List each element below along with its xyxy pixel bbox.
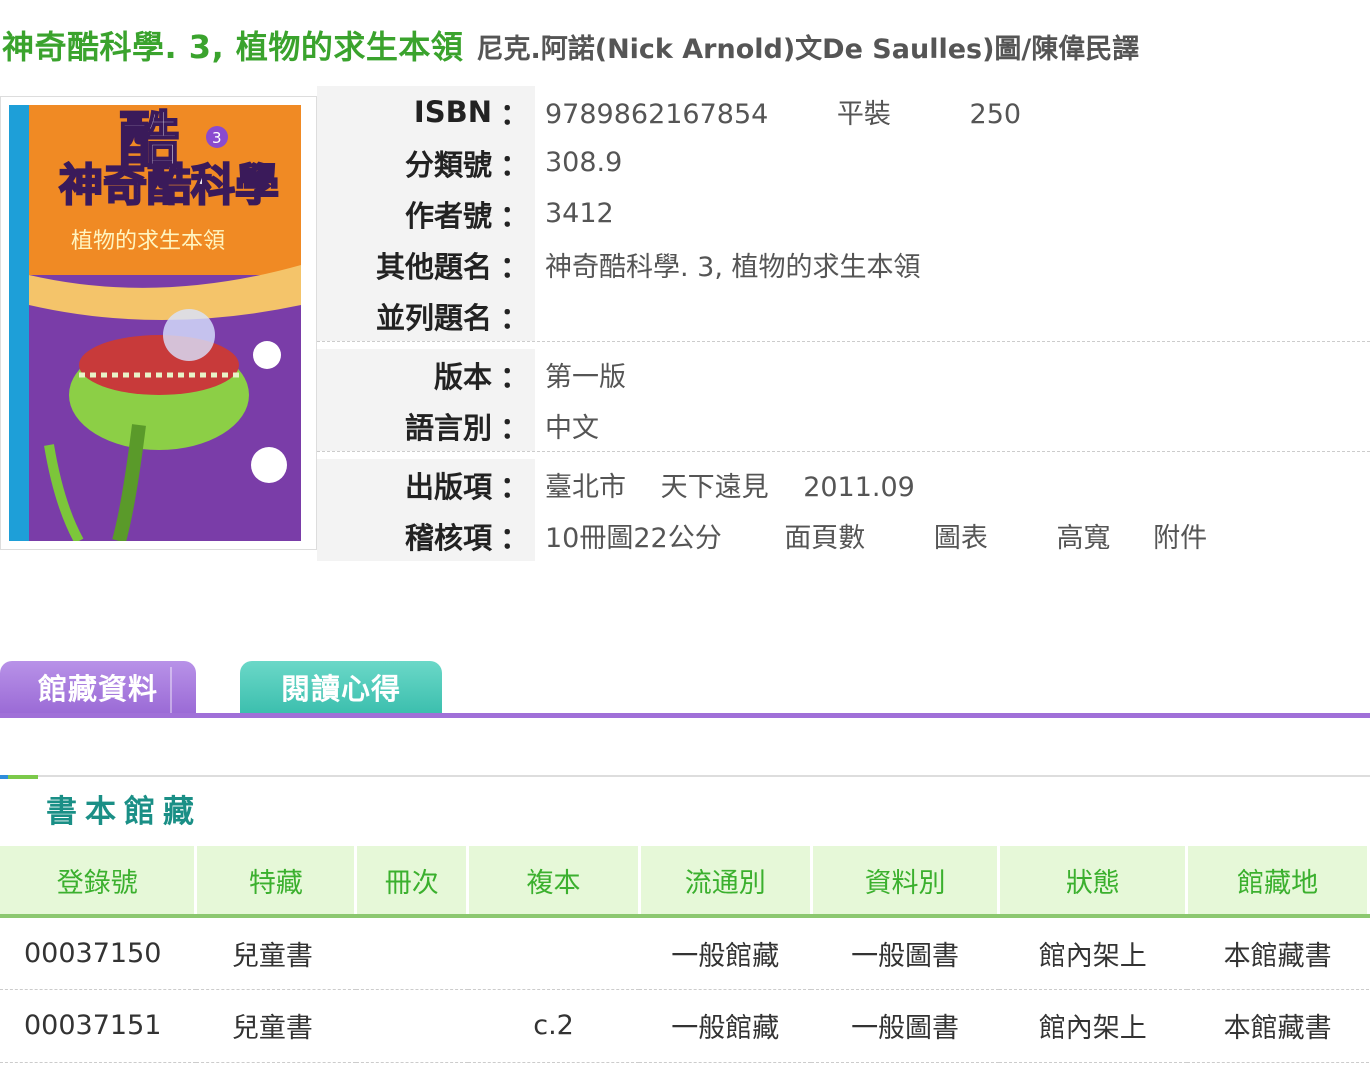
meta-row-isbn: ISBN： 9789862167854 平裝 250 bbox=[317, 86, 1370, 137]
table-row[interactable]: 00037151 兒童書 c.2 一般館藏 一般圖書 館內架上 本館藏書 bbox=[0, 989, 1369, 1063]
col-header-volume[interactable]: 冊次 bbox=[355, 846, 470, 918]
tab-reading-reviews[interactable]: 閱讀心得 bbox=[240, 661, 442, 713]
book-cover-image[interactable]: 神奇酷科學 酷 3 植物的求生本領 bbox=[9, 105, 301, 541]
cell-location: 本館藏書 bbox=[1186, 989, 1369, 1063]
language-label: 語言別 bbox=[404, 410, 492, 445]
cell-special: 兒童書 bbox=[195, 989, 356, 1063]
publication-label: 出版項 bbox=[404, 469, 492, 504]
col-header-special[interactable]: 特藏 bbox=[195, 846, 358, 918]
cell-status: 館內架上 bbox=[998, 916, 1187, 990]
svg-text:植物的求生本領: 植物的求生本領 bbox=[71, 229, 225, 254]
other-title-label: 其他題名 bbox=[375, 249, 492, 284]
meta-row-language: 語言別： 中文 bbox=[317, 400, 1370, 451]
collation-illus: 圖表 bbox=[933, 523, 988, 554]
classification-value: 308.9 bbox=[545, 147, 623, 178]
col-header-material[interactable]: 資料別 bbox=[811, 846, 1001, 918]
book-title: 神奇酷科學. 3, 植物的求生本領 bbox=[2, 28, 464, 66]
publication-place: 臺北市 bbox=[545, 472, 626, 503]
cell-volume bbox=[355, 989, 468, 1063]
cell-material: 一般圖書 bbox=[811, 916, 999, 990]
meta-row-collation: 稽核項： 10冊圖22公分 面頁數 圖表 高寬 附件 bbox=[317, 510, 1370, 561]
meta-divider bbox=[317, 341, 1370, 349]
col-header-copy[interactable]: 複本 bbox=[467, 846, 641, 918]
meta-row-classification: 分類號： 308.9 bbox=[317, 137, 1370, 188]
meta-row-parallel-title: 並列題名： bbox=[317, 290, 1370, 341]
parallel-title-label: 並列題名 bbox=[375, 300, 492, 335]
collation-pages: 面頁數 bbox=[784, 523, 866, 554]
classification-label: 分類號 bbox=[404, 147, 492, 182]
isbn-label: ISBN bbox=[413, 94, 492, 129]
cell-copy: c.2 bbox=[467, 989, 640, 1063]
cell-material: 一般圖書 bbox=[811, 989, 999, 1063]
col-header-circulation[interactable]: 流通別 bbox=[639, 846, 813, 918]
meta-row-edition: 版本： 第一版 bbox=[317, 349, 1370, 400]
meta-row-other-title: 其他題名： 神奇酷科學. 3, 植物的求生本領 bbox=[317, 239, 1370, 290]
col-header-location[interactable]: 館藏地 bbox=[1186, 846, 1370, 918]
svg-text:酷: 酷 bbox=[119, 106, 179, 176]
price-value: 250 bbox=[969, 99, 1022, 130]
cell-special: 兒童書 bbox=[195, 916, 356, 990]
cell-regno: 00037151 bbox=[0, 989, 196, 1063]
author-no-label: 作者號 bbox=[404, 198, 492, 233]
cell-volume bbox=[355, 916, 468, 990]
section-divider bbox=[0, 775, 1370, 779]
cell-location: 本館藏書 bbox=[1186, 916, 1369, 990]
language-value: 中文 bbox=[545, 413, 599, 444]
col-header-regno[interactable]: 登錄號 bbox=[0, 846, 198, 918]
cell-regno: 00037150 bbox=[0, 916, 196, 990]
publication-publisher: 天下遠見 bbox=[660, 472, 769, 503]
holdings-table: 登錄號 特藏 冊次 複本 流通別 資料別 狀態 館藏地 00037150 兒童書… bbox=[0, 846, 1370, 1063]
binding-value: 平裝 bbox=[836, 99, 891, 130]
cell-copy bbox=[467, 916, 640, 990]
tab-holdings[interactable]: 館藏資料 bbox=[0, 661, 196, 713]
edition-value: 第一版 bbox=[545, 362, 626, 393]
tab-underline bbox=[0, 713, 1370, 718]
collation-dims: 高寬 bbox=[1056, 523, 1111, 554]
meta-divider bbox=[317, 451, 1370, 459]
meta-row-publication: 出版項： 臺北市 天下遠見 2011.09 bbox=[317, 459, 1370, 510]
cover-frame: 神奇酷科學 酷 3 植物的求生本領 bbox=[0, 96, 317, 550]
author-no-value: 3412 bbox=[545, 198, 614, 229]
cover-illustration: 神奇酷科學 酷 3 植物的求生本領 bbox=[9, 105, 301, 541]
edition-label: 版本 bbox=[433, 359, 492, 394]
cell-circulation: 一般館藏 bbox=[639, 989, 812, 1063]
collation-attach: 附件 bbox=[1153, 523, 1208, 554]
col-header-status[interactable]: 狀態 bbox=[998, 846, 1189, 918]
isbn-value: 9789862167854 bbox=[545, 99, 769, 130]
table-header-row: 登錄號 特藏 冊次 複本 流通別 資料別 狀態 館藏地 bbox=[0, 846, 1370, 918]
publication-date: 2011.09 bbox=[803, 472, 915, 503]
book-title-row: 神奇酷科學. 3, 植物的求生本領 尼克.阿諾(Nick Arnold)文De … bbox=[2, 22, 1139, 68]
book-responsibility: 尼克.阿諾(Nick Arnold)文De Saulles)圖/陳偉民譯 bbox=[476, 34, 1140, 65]
svg-text:3: 3 bbox=[212, 129, 222, 147]
other-title-value: 神奇酷科學. 3, 植物的求生本領 bbox=[545, 252, 921, 283]
collation-label: 稽核項 bbox=[404, 520, 492, 555]
table-row[interactable]: 00037150 兒童書 一般館藏 一般圖書 館內架上 本館藏書 bbox=[0, 916, 1369, 990]
cell-status: 館內架上 bbox=[998, 989, 1187, 1063]
section-title: 書本館藏 bbox=[46, 794, 202, 830]
bibliographic-metadata: ISBN： 9789862167854 平裝 250 分類號： 308.9 作者… bbox=[317, 86, 1370, 561]
collation-size: 10冊圖22公分 bbox=[545, 523, 722, 554]
meta-row-author-no: 作者號： 3412 bbox=[317, 188, 1370, 239]
cell-circulation: 一般館藏 bbox=[639, 916, 812, 990]
